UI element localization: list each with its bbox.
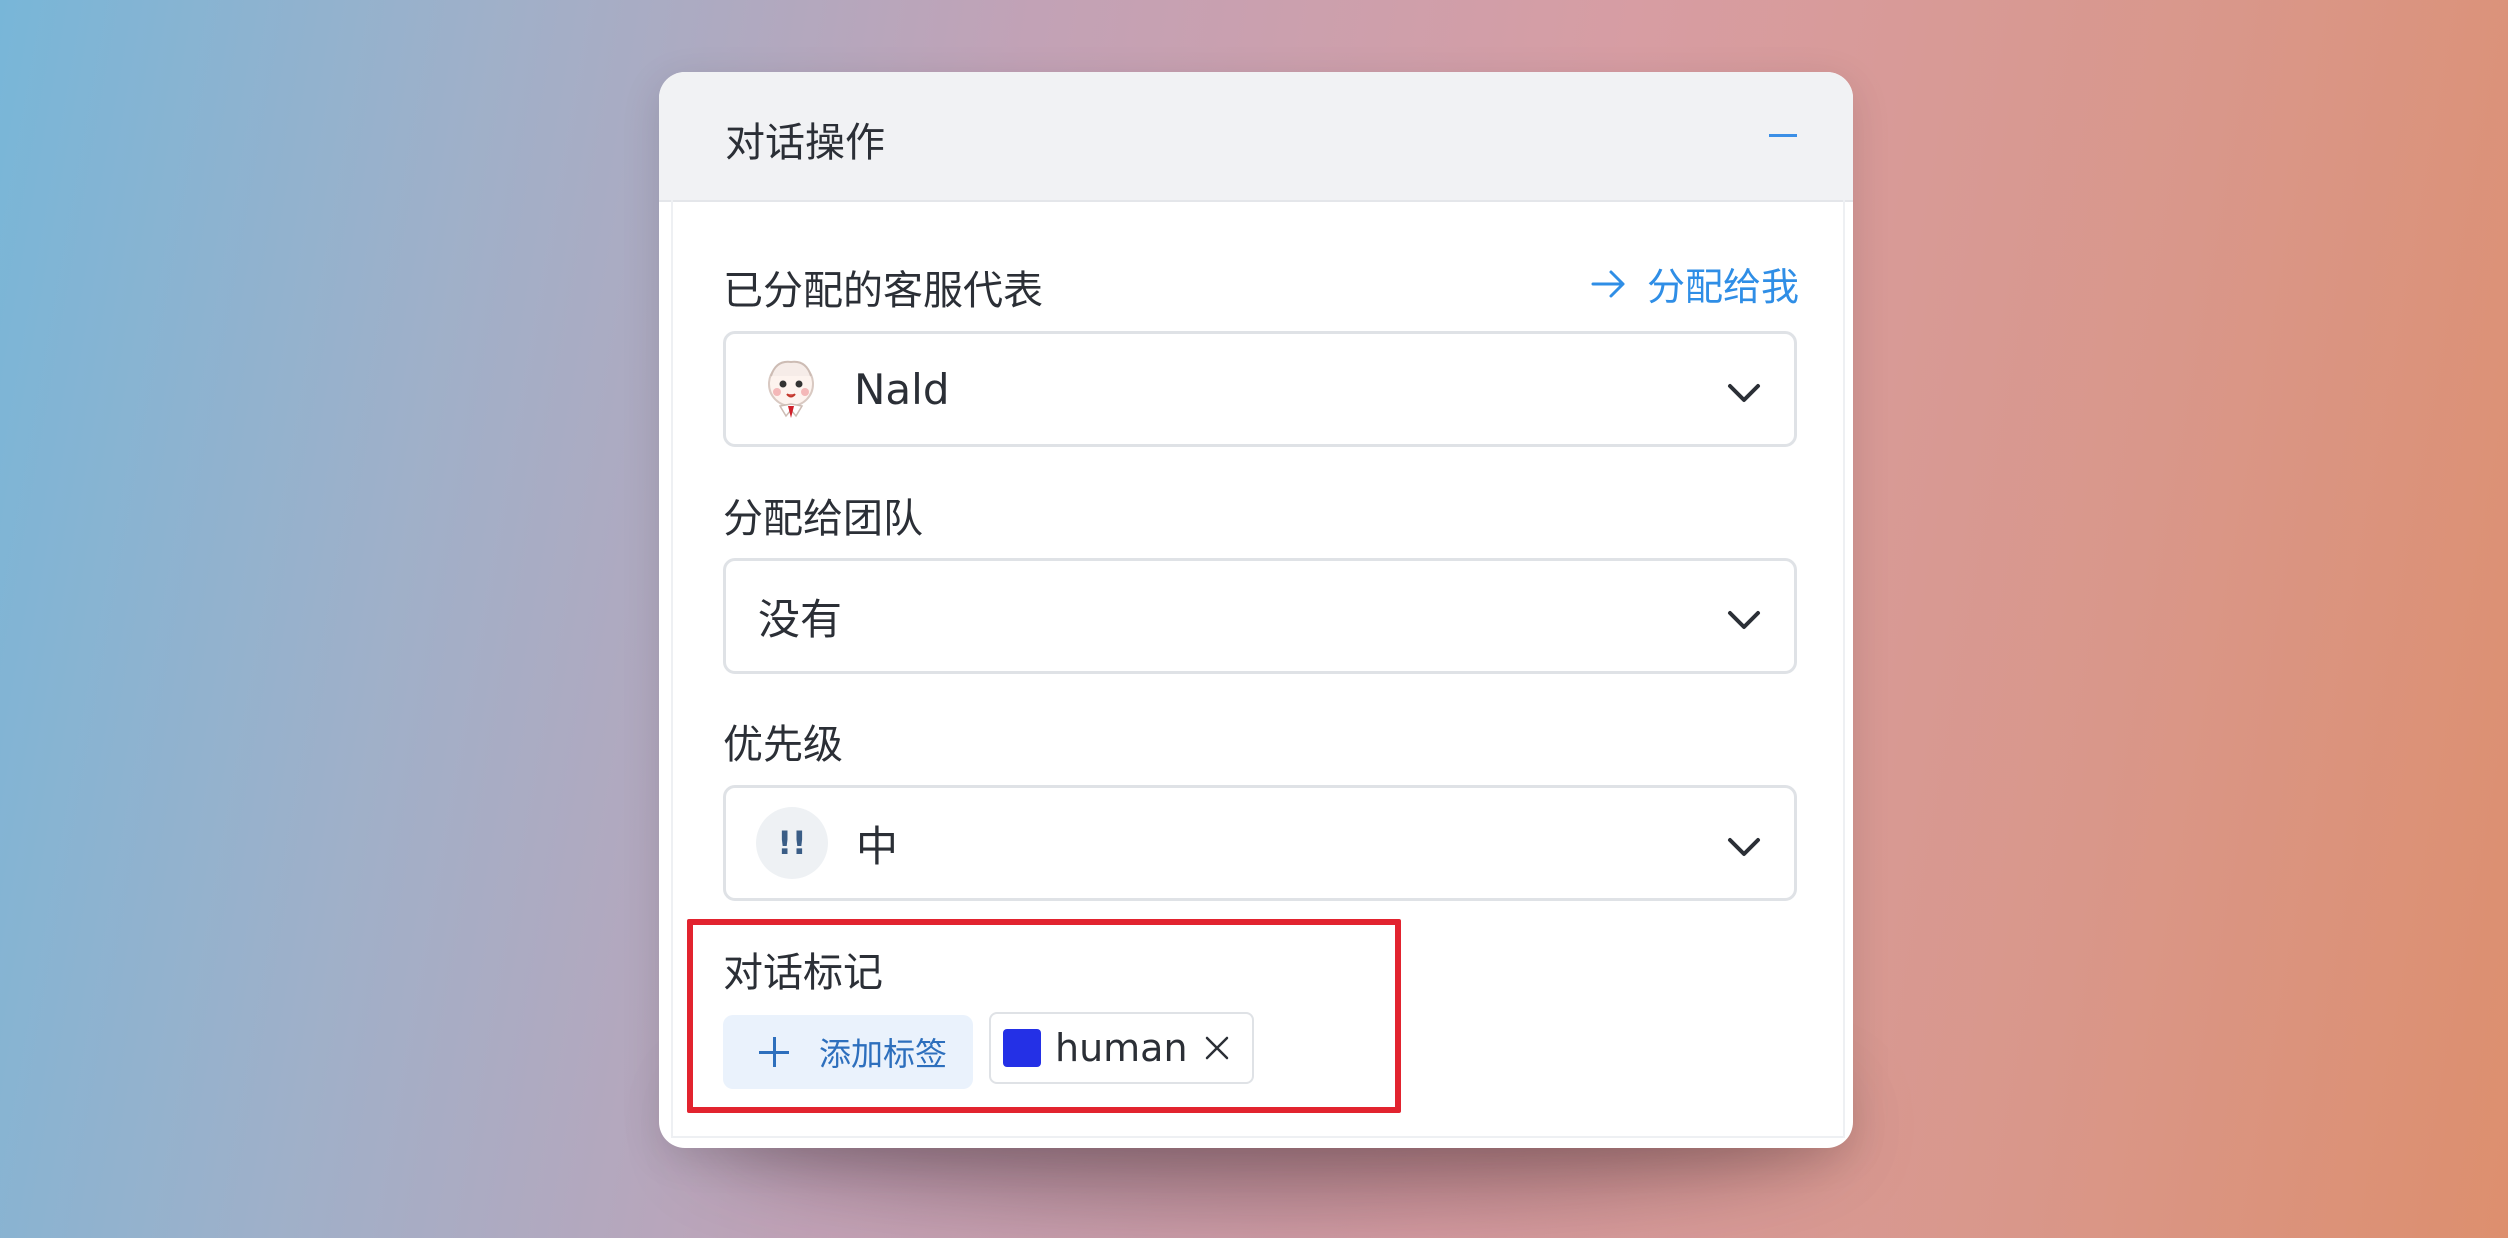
assignee-select[interactable]: Nald [723,331,1797,447]
chevron-down-icon [1728,384,1760,402]
team-value: 没有 [758,594,843,644]
highlight-box [687,919,1401,1113]
panel-title: 对话操作 [725,120,885,166]
panel-header: 对话操作 [659,72,1853,202]
priority-label: 优先级 [723,722,843,768]
priority-icon: !! [756,807,828,879]
agent-avatar [756,354,826,424]
assign-to-me-label: 分配给我 [1646,265,1799,309]
arrow-right-icon [1591,270,1625,297]
team-label: 分配给团队 [723,496,923,542]
team-select[interactable]: 没有 [723,558,1797,674]
assign-to-me-link[interactable]: 分配给我 [1589,256,1799,311]
chevron-down-icon [1728,838,1760,856]
priority-select[interactable]: !! 中 [723,785,1797,901]
collapse-button[interactable] [1763,112,1803,152]
chevron-down-icon [1728,611,1760,629]
assignee-value: Nald [854,364,950,414]
assignee-label: 已分配的客服代表 [723,268,1043,314]
priority-value: 中 [856,821,899,871]
